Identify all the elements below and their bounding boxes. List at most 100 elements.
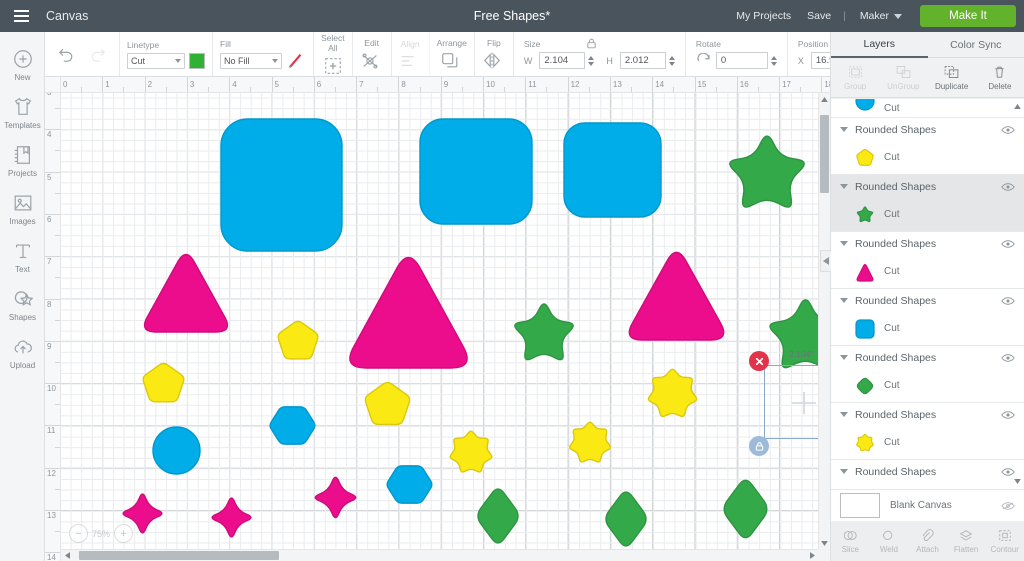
layer-header[interactable]: Rounded Shapes (831, 232, 1024, 255)
layer-row[interactable]: Cut (831, 99, 1024, 117)
slice-button[interactable]: Slice (831, 528, 870, 554)
triangle-magenta-center[interactable] (349, 256, 468, 369)
star7-yellow-center[interactable] (568, 421, 612, 463)
hamburger-icon[interactable] (0, 0, 42, 32)
diamond-green-center[interactable] (605, 491, 647, 547)
sidebar-item-new[interactable]: New (0, 40, 45, 88)
contour-button[interactable]: Contour (985, 528, 1024, 554)
horizontal-scrollbar[interactable] (61, 549, 818, 561)
rounded-square-medium[interactable] (419, 118, 533, 225)
layer-scroll-down-button[interactable] (1011, 475, 1023, 487)
vertical-scroll-thumb[interactable] (820, 115, 829, 193)
chevron-down-icon[interactable] (840, 298, 848, 303)
circle-cyan[interactable] (152, 426, 201, 475)
arrange-icon[interactable] (440, 51, 460, 70)
pentagon-yellow-small[interactable] (277, 320, 319, 360)
sidebar-item-images[interactable]: Images (0, 184, 45, 232)
size-height-stepper[interactable] (668, 55, 675, 66)
layer-group[interactable]: Rounded ShapesCut (831, 460, 1024, 489)
layer-header[interactable]: Rounded Shapes (831, 460, 1024, 483)
star7-yellow-right[interactable] (647, 368, 698, 418)
size-width-stepper[interactable] (588, 55, 595, 66)
sidebar-item-upload[interactable]: Upload (0, 328, 45, 376)
diamond-green-right[interactable] (723, 479, 768, 539)
lock-handle-button[interactable] (749, 436, 769, 456)
sidebar-item-text[interactable]: Text (0, 232, 45, 280)
star-green-center[interactable] (514, 303, 574, 361)
tab-layers[interactable]: Layers (831, 32, 928, 58)
delete-handle-button[interactable] (749, 351, 769, 371)
layer-group[interactable]: Rounded ShapesCut (831, 232, 1024, 289)
eye-icon[interactable] (1001, 239, 1015, 249)
horizontal-scroll-thumb[interactable] (79, 551, 279, 560)
layer-row[interactable]: Cut (831, 198, 1024, 231)
design-canvas[interactable]: 012345678910111213141516171819 345678910… (45, 77, 830, 561)
triangle-magenta-left[interactable] (143, 253, 229, 333)
size-height-input[interactable]: 2.012 (619, 52, 666, 69)
layer-row[interactable]: Cut (831, 369, 1024, 402)
layer-group[interactable]: Rounded ShapesCut (831, 289, 1024, 346)
select-all-icon[interactable] (323, 56, 343, 76)
chevron-down-icon[interactable] (840, 127, 848, 132)
weld-button[interactable]: Weld (870, 528, 909, 554)
scroll-up-button[interactable] (818, 93, 830, 105)
ungroup-button[interactable]: UnGroup (879, 58, 927, 97)
undo-icon[interactable] (57, 46, 77, 62)
eye-hidden-icon[interactable] (1001, 501, 1015, 511)
layer-group[interactable]: Cut (831, 99, 1024, 118)
flip-icon[interactable] (482, 51, 502, 70)
star4-magenta-center[interactable] (211, 497, 252, 538)
star7-yellow-left[interactable] (449, 430, 493, 473)
make-it-button[interactable]: Make It (920, 5, 1016, 27)
star4-magenta-right[interactable] (314, 476, 357, 519)
layer-scroll-up-button[interactable] (1011, 100, 1023, 112)
chevron-down-icon[interactable] (840, 241, 848, 246)
fill-select[interactable]: No Fill (220, 52, 282, 69)
canvas-grid[interactable]: 2.104" 2 (61, 93, 818, 549)
sidebar-item-projects[interactable]: Projects (0, 136, 45, 184)
pen-icon[interactable] (286, 52, 306, 70)
panel-collapse-button[interactable] (820, 250, 831, 272)
tab-color-sync[interactable]: Color Sync (927, 32, 1024, 58)
flatten-button[interactable]: Flatten (947, 528, 986, 554)
layer-row[interactable]: Cut (831, 426, 1024, 459)
eye-icon[interactable] (1001, 296, 1015, 306)
blank-canvas-swatch[interactable] (840, 493, 880, 518)
layer-header[interactable]: Rounded Shapes (831, 118, 1024, 141)
linetype-color-swatch[interactable] (189, 52, 205, 69)
lock-icon[interactable] (585, 37, 598, 50)
chevron-down-icon[interactable] (840, 412, 848, 417)
rotate-input[interactable]: 0 (715, 52, 768, 69)
rotate-icon[interactable] (696, 52, 712, 69)
save-button[interactable]: Save (799, 10, 839, 22)
eye-icon[interactable] (1001, 410, 1015, 420)
zoom-out-button[interactable]: − (69, 524, 88, 543)
layer-group[interactable]: Rounded ShapesCut (831, 175, 1024, 232)
linetype-select[interactable]: Cut (127, 52, 185, 69)
size-width-input[interactable]: 2.104 (539, 52, 586, 69)
hexagon-cyan-right[interactable] (386, 465, 433, 504)
pentagon-yellow-left[interactable] (142, 362, 185, 403)
layer-header[interactable]: Rounded Shapes (831, 346, 1024, 369)
edit-icon[interactable] (360, 51, 380, 71)
group-button[interactable]: Group (831, 58, 879, 97)
layer-row[interactable]: Cut (831, 255, 1024, 288)
align-icon[interactable] (399, 52, 418, 70)
layer-header[interactable]: Rounded Shapes (831, 403, 1024, 426)
scroll-left-button[interactable] (61, 549, 73, 561)
rounded-square-large[interactable] (220, 118, 343, 252)
chevron-down-icon[interactable] (840, 184, 848, 189)
layer-row[interactable]: Cut (831, 312, 1024, 345)
vertical-scrollbar[interactable] (818, 93, 830, 549)
blank-canvas-row[interactable]: Blank Canvas (831, 489, 1024, 521)
machine-selector[interactable]: Maker (850, 10, 908, 22)
redo-icon[interactable] (87, 46, 107, 62)
layer-header[interactable]: Rounded Shapes (831, 289, 1024, 312)
layer-group[interactable]: Rounded ShapesCut (831, 118, 1024, 175)
layer-header[interactable]: Rounded Shapes (831, 175, 1024, 198)
delete-button[interactable]: Delete (976, 58, 1024, 97)
chevron-down-icon[interactable] (840, 469, 848, 474)
rotate-stepper[interactable] (770, 55, 777, 66)
layer-group[interactable]: Rounded ShapesCut (831, 346, 1024, 403)
attach-button[interactable]: Attach (908, 528, 947, 554)
